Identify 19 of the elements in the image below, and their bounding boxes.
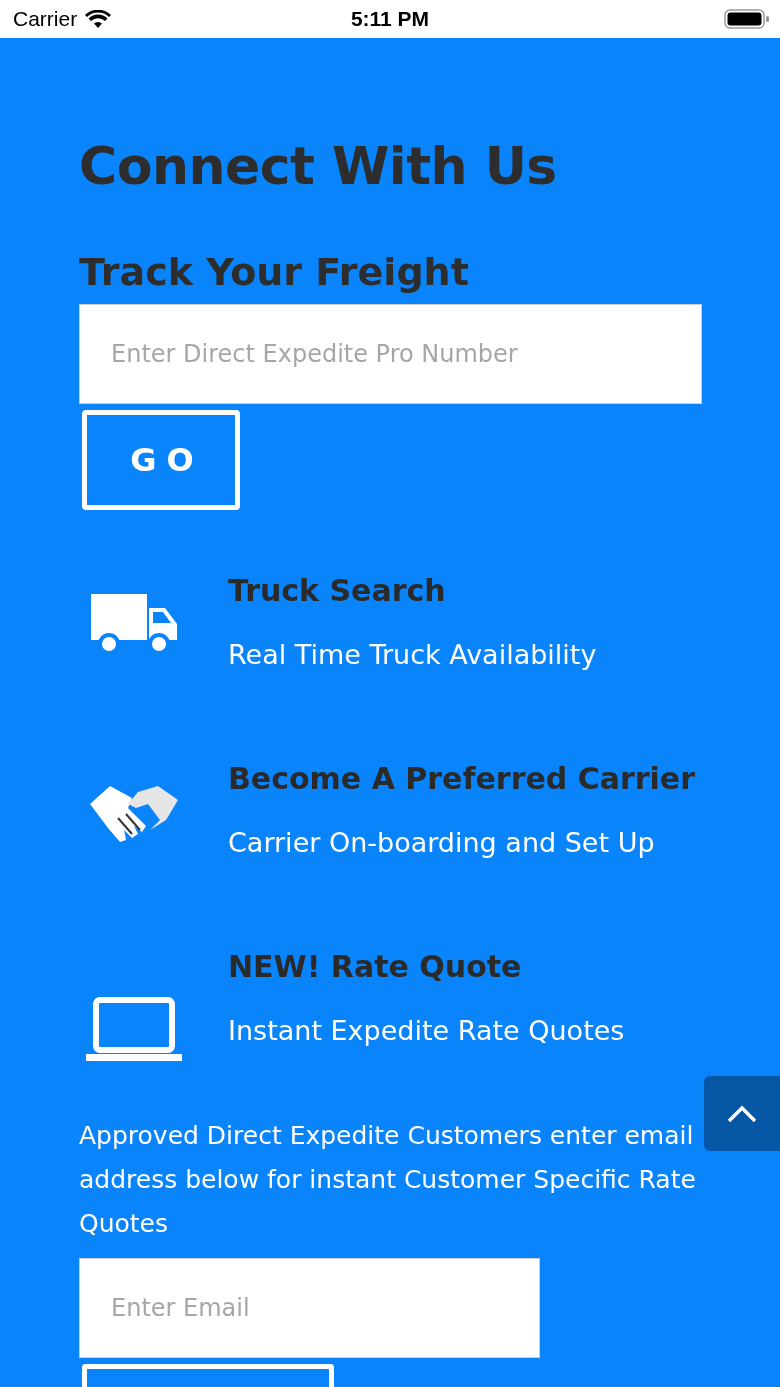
feature-title[interactable]: NEW! Rate Quote xyxy=(228,944,625,990)
section-heading: Track Your Freight xyxy=(79,249,470,296)
scroll-top-button[interactable] xyxy=(704,1076,780,1151)
go-button[interactable]: GO xyxy=(82,410,240,510)
page-title: Connect With Us xyxy=(79,135,558,198)
customers-text: Approved Direct Expedite Customers enter email address below for instant Customer Specific Rate Quotes xyxy=(79,1120,697,1240)
pro-number-field[interactable]: Enter Direct Expedite Pro Number xyxy=(79,304,702,404)
carrier-name: Carrier xyxy=(13,7,78,31)
chevron-up-icon xyxy=(727,1104,757,1123)
feature-subtitle: Instant Expedite Rate Quotes xyxy=(228,1014,625,1048)
laptop-icon xyxy=(84,996,183,1062)
email-field[interactable]: Enter Email xyxy=(79,1258,540,1358)
feature-subtitle: Real Time Truck Availability xyxy=(228,638,597,672)
feature-subtitle: Carrier On-boarding and Set Up xyxy=(228,826,656,860)
wifi-icon xyxy=(85,9,112,29)
feature-title[interactable]: Become A Preferred Carrier xyxy=(228,756,695,802)
feature-title[interactable]: Truck Search xyxy=(228,568,597,614)
battery-icon xyxy=(724,9,770,29)
status-time: 5:11 PM xyxy=(350,7,430,31)
